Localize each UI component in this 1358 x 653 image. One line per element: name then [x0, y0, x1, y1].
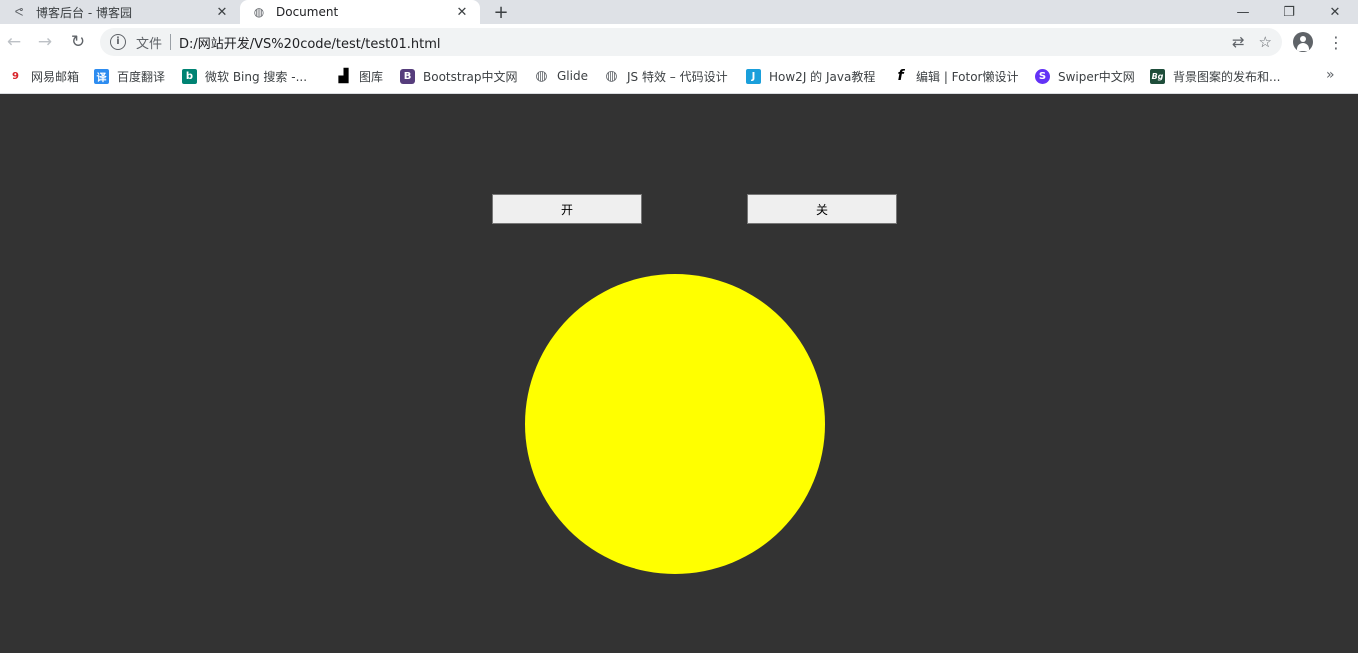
kebab-menu-icon[interactable]: ⋮ [1328, 30, 1344, 54]
restore-button[interactable]: ❐ [1266, 0, 1312, 24]
bookmark-item[interactable]: ◍ JS 特效 – 代码设计 [604, 67, 728, 85]
bookmark-label: 百度翻译 [117, 69, 166, 84]
close-window-button[interactable]: ✕ [1312, 0, 1358, 24]
bookmark-label: 网易邮箱 [31, 69, 80, 84]
light-bulb-circle [525, 274, 825, 574]
bookmark-label: 编辑 | Fotor懒设计 [916, 69, 1019, 84]
new-tab-button[interactable]: + [490, 0, 512, 24]
netease-mail-icon: 9 [8, 68, 23, 84]
bookmark-item[interactable]: B Bootstrap中文网 [400, 67, 517, 85]
translate-icon[interactable]: ⇄ [1232, 33, 1245, 51]
bg-pattern-icon: Bg [1150, 68, 1165, 84]
info-icon[interactable]: i [110, 34, 126, 50]
bookmark-label: Glide [557, 69, 588, 83]
star-icon[interactable]: ☆ [1259, 33, 1272, 51]
url-text[interactable]: D:/网站开发/VS%20code/test/test01.html [179, 33, 441, 52]
bookmark-item[interactable]: b 微软 Bing 搜索 -... [182, 67, 307, 85]
reload-button[interactable]: ↻ [66, 30, 90, 54]
bookmark-item[interactable]: 译 百度翻译 [94, 67, 165, 85]
bookmark-label: Bootstrap中文网 [423, 69, 518, 84]
bookmark-item[interactable]: 9 网易邮箱 [8, 67, 79, 85]
bookmark-label: Swiper中文网 [1058, 69, 1135, 84]
fotor-icon: f [893, 68, 908, 84]
omnibox-actions: ⇄ ☆ [1232, 28, 1272, 56]
how2j-icon: J [746, 68, 761, 84]
baidu-translate-icon: 译 [94, 68, 109, 84]
browser-toolbar: ← → ↻ i 文件 D:/网站开发/VS%20code/test/test01… [0, 24, 1358, 60]
gallery-icon: ▟ [336, 68, 351, 84]
profile-avatar-icon[interactable] [1293, 32, 1313, 52]
bookmark-item[interactable]: Bg 背景图案的发布和... [1150, 67, 1280, 85]
bookmark-item[interactable]: f 编辑 | Fotor懒设计 [893, 67, 1018, 85]
tab-title: 博客后台 - 博客园 [36, 5, 132, 20]
bookmark-label: How2J 的 Java教程 [769, 69, 876, 84]
address-bar[interactable]: i 文件 D:/网站开发/VS%20code/test/test01.html … [100, 28, 1282, 56]
tab-title: Document [276, 5, 339, 19]
divider [170, 34, 172, 50]
bookmark-label: 背景图案的发布和... [1173, 69, 1281, 84]
tab-document[interactable]: ◍ Document ✕ [240, 0, 480, 24]
swiper-icon: S [1035, 68, 1050, 84]
on-button[interactable]: 开 [492, 194, 642, 224]
close-icon[interactable]: ✕ [214, 4, 230, 20]
bookmark-item[interactable]: ▟ 图库 [336, 67, 383, 85]
bookmark-label: 图库 [359, 69, 384, 84]
browser-chrome: ᕙ 博客后台 - 博客园 ✕ ◍ Document ✕ + — ❐ ✕ ← → … [0, 0, 1358, 94]
back-button[interactable]: ← [2, 30, 26, 54]
globe-icon: ◍ [534, 68, 549, 84]
bookmark-label: 微软 Bing 搜索 -... [205, 69, 308, 84]
close-icon[interactable]: ✕ [454, 4, 470, 20]
bookmark-label: JS 特效 – 代码设计 [627, 69, 728, 84]
chevron-double-right-icon[interactable]: » [1326, 67, 1335, 83]
minimize-button[interactable]: — [1220, 0, 1266, 24]
tab-strip: ᕙ 博客后台 - 博客园 ✕ ◍ Document ✕ + — ❐ ✕ [0, 0, 1358, 24]
globe-icon: ◍ [253, 5, 265, 19]
forward-button[interactable]: → [33, 30, 57, 54]
bookmarks-bar: 9 网易邮箱 译 百度翻译 b 微软 Bing 搜索 -... ▟ 图库 B B… [0, 60, 1358, 94]
bookmark-item[interactable]: S Swiper中文网 [1035, 67, 1135, 85]
bootstrap-icon: B [400, 68, 415, 84]
tab-cnblogs[interactable]: ᕙ 博客后台 - 博客园 ✕ [0, 0, 240, 24]
bing-icon: b [182, 68, 197, 84]
scheme-label: 文件 [136, 36, 163, 52]
cnblogs-icon: ᕙ [14, 5, 24, 19]
off-button[interactable]: 关 [747, 194, 897, 224]
globe-icon: ◍ [604, 68, 619, 84]
page-viewport: 开 关 [0, 94, 1358, 653]
bookmark-item[interactable]: J How2J 的 Java教程 [746, 67, 875, 85]
bookmark-item[interactable]: ◍ Glide [534, 67, 588, 85]
